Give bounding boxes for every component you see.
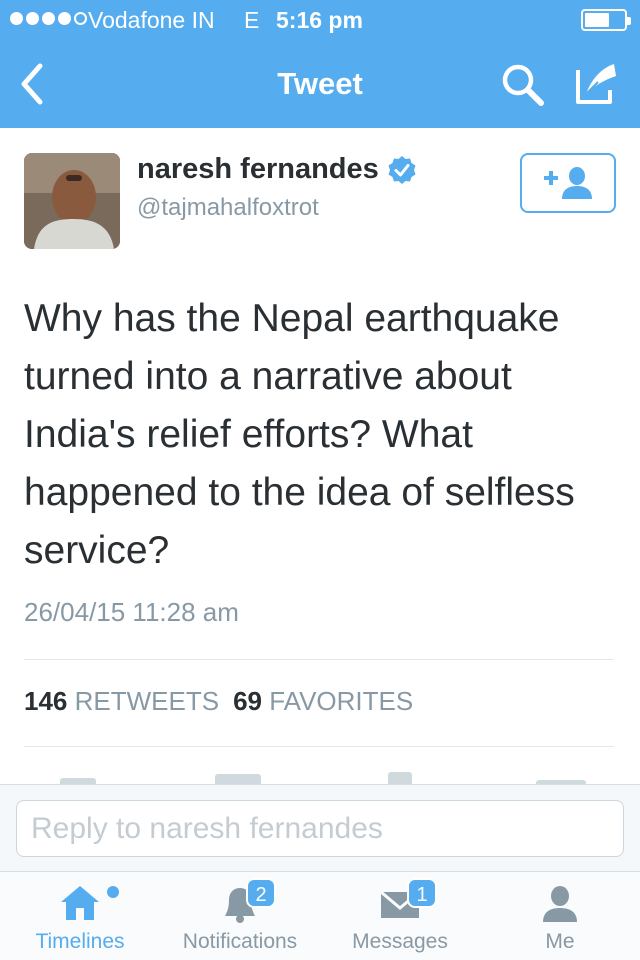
top-bar: Vodafone IN E 5:16 pm Tweet (0, 0, 640, 128)
divider (24, 746, 614, 747)
tab-messages[interactable]: 1 Messages (320, 872, 480, 960)
network-type: E (244, 7, 260, 33)
tab-notifications[interactable]: 2 Notifications (160, 872, 320, 960)
favorites-count: 69 (233, 686, 262, 716)
status-bar: Vodafone IN E 5:16 pm (0, 0, 640, 40)
author-name[interactable]: naresh fernandes (137, 153, 379, 186)
follow-button[interactable] (520, 153, 616, 213)
tweet-text: Why has the Nepal earthquake turned into… (24, 297, 575, 572)
home-icon (61, 886, 99, 920)
unread-indicator (107, 886, 119, 898)
person-icon (543, 886, 577, 922)
notifications-badge: 2 (246, 878, 276, 908)
reply-input[interactable] (16, 800, 624, 857)
author-handle[interactable]: @tajmahalfoxtrot (137, 194, 319, 222)
search-button[interactable] (500, 62, 546, 108)
tab-bar: Timelines 2 Notifications 1 Messages Me (0, 871, 640, 960)
messages-badge: 1 (407, 878, 437, 908)
compose-button[interactable] (572, 60, 620, 108)
tab-label: Timelines (35, 930, 125, 953)
retweets-count: 146 (24, 686, 68, 716)
battery-icon (581, 9, 631, 31)
reply-bar (0, 784, 640, 871)
carrier-name: Vodafone IN (88, 7, 215, 33)
favorites-label: FAVORITES (269, 686, 414, 716)
favorites-stat[interactable]: 69 FAVORITES (233, 686, 413, 717)
tab-me[interactable]: Me (480, 872, 640, 960)
compose-icon (576, 64, 616, 104)
tweet-stats: 146 RETWEETS 69 FAVORITES (24, 686, 413, 717)
tab-label: Messages (352, 930, 448, 953)
retweets-label: RETWEETS (74, 686, 220, 716)
tab-timelines[interactable]: Timelines (0, 872, 160, 960)
tab-label: Me (545, 930, 575, 953)
verified-badge-icon (388, 155, 416, 184)
avatar[interactable] (24, 153, 120, 249)
add-user-icon (544, 167, 592, 199)
divider (24, 659, 614, 660)
search-icon (502, 64, 544, 106)
retweets-stat[interactable]: 146 RETWEETS (24, 686, 219, 717)
signal-strength-icon (10, 12, 87, 25)
author-name-row: naresh fernandes (137, 153, 417, 186)
status-time: 5:16 pm (276, 7, 363, 33)
tab-label: Notifications (182, 930, 298, 953)
tweet-timestamp: 26/04/15 11:28 am (24, 597, 239, 627)
